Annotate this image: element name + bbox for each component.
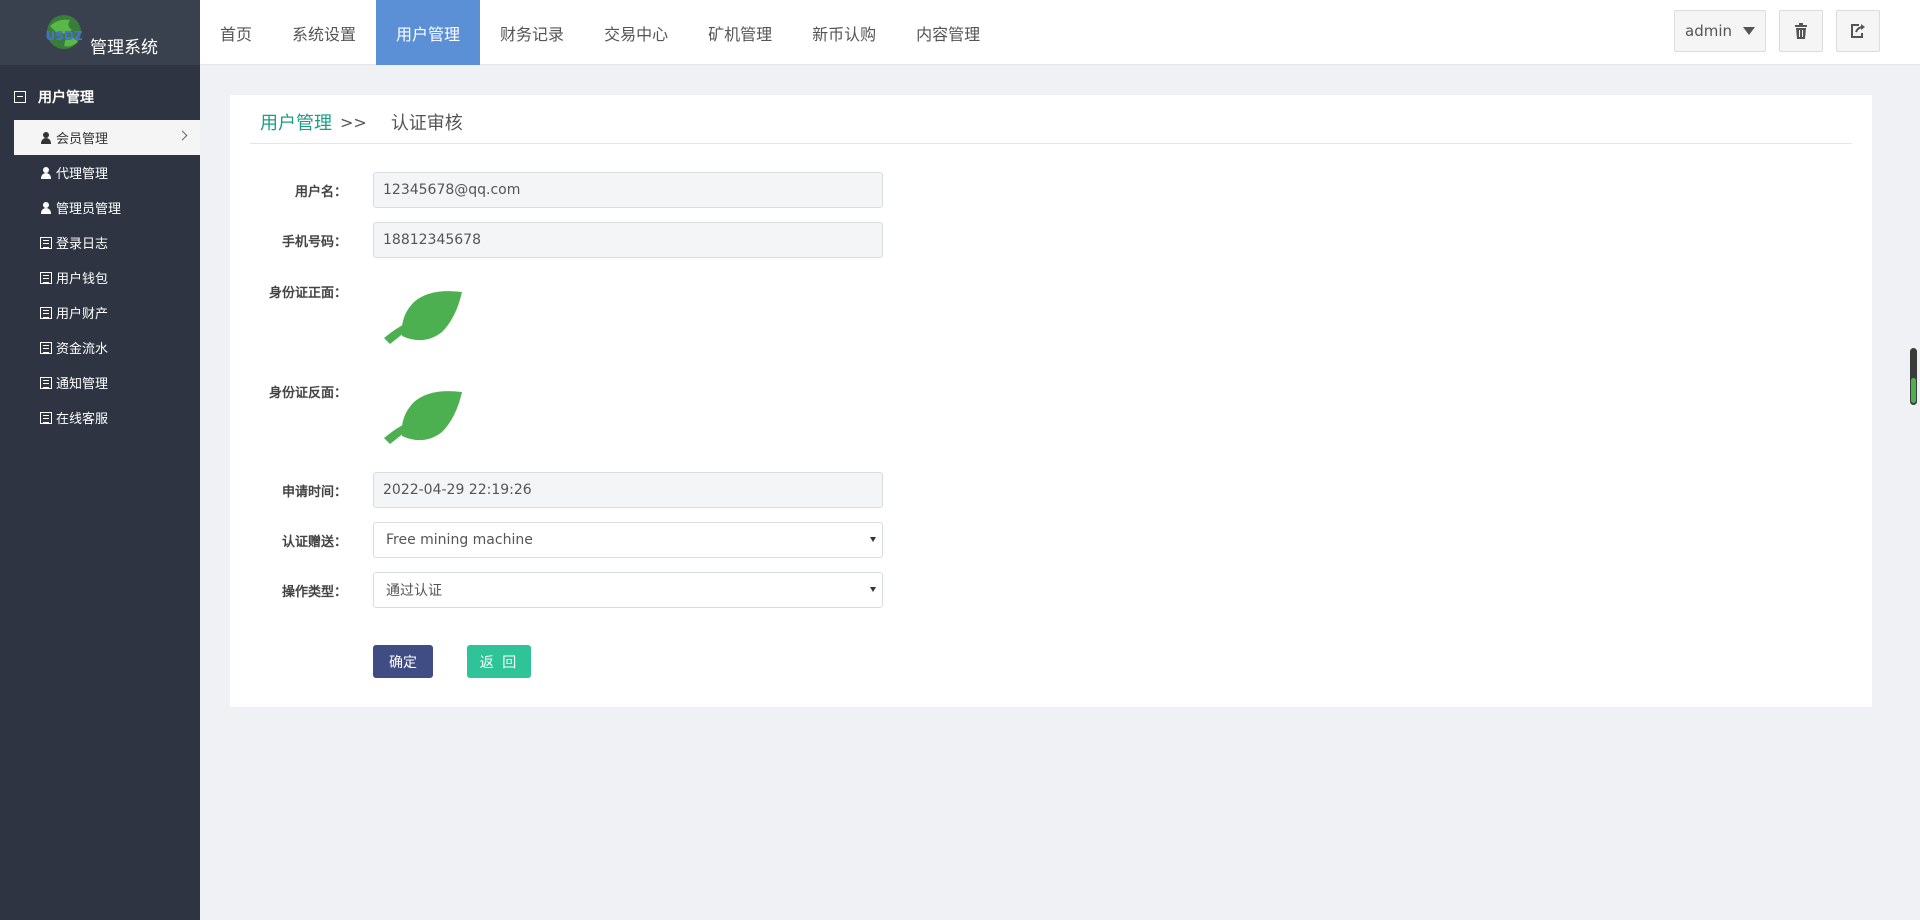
breadcrumb: 用户管理 >> 认证审核 — [260, 109, 463, 135]
svg-text:USDZ: USDZ — [45, 29, 82, 43]
sidebar-item-assets[interactable]: 用户财产 — [14, 295, 200, 330]
id-front-image[interactable] — [380, 288, 462, 348]
sidebar-item-label: 用户钱包 — [56, 272, 109, 287]
operation-label: 操作类型： — [281, 584, 347, 600]
apply-time-label: 申请时间： — [281, 484, 347, 500]
sidebar-item-label: 在线客服 — [56, 412, 109, 427]
top-actions: admin — [1674, 10, 1880, 52]
sidebar-item-label: 用户财产 — [56, 307, 109, 322]
app-title: 管理系统 — [90, 38, 158, 58]
collapse-icon[interactable] — [14, 91, 26, 103]
sidebar-section-user-management[interactable]: 用户管理 — [0, 82, 200, 112]
sidebar-item-members[interactable]: 会员管理 — [14, 120, 200, 155]
main-nav: 首页 系统设置 用户管理 财务记录 交易中心 矿机管理 新币认购 内容管理 — [200, 0, 1920, 65]
breadcrumb-parent-link[interactable]: 用户管理 — [260, 109, 332, 135]
sidebar-item-wallet[interactable]: 用户钱包 — [14, 260, 200, 295]
logout-button[interactable] — [1836, 10, 1880, 52]
gift-select[interactable]: Free mining machine — [373, 522, 883, 558]
sidebar-item-label: 登录日志 — [56, 237, 109, 252]
nav-system-settings[interactable]: 系统设置 — [272, 0, 376, 65]
sidebar-item-label: 会员管理 — [56, 132, 109, 147]
gift-selected-value: Free mining machine — [386, 532, 533, 548]
person-icon — [40, 131, 52, 144]
username-label: admin — [1685, 22, 1732, 40]
id-front-label: 身份证正面： — [268, 286, 347, 301]
globe-logo-icon: USDZ — [45, 15, 83, 49]
sidebar-item-support[interactable]: 在线客服 — [14, 400, 200, 435]
nav-home[interactable]: 首页 — [200, 0, 272, 65]
list-icon — [40, 411, 52, 424]
clear-cache-button[interactable] — [1779, 10, 1823, 52]
sidebar-item-label: 资金流水 — [56, 342, 109, 357]
sidebar-section-label: 用户管理 — [38, 90, 94, 106]
gift-row: 认证赠送： Free mining machine — [230, 522, 883, 558]
phone-label: 手机号码： — [281, 234, 347, 250]
apply-time-row: 申请时间： 2022-04-29 22:19:26 — [230, 472, 883, 508]
logout-icon — [1851, 24, 1865, 38]
logo: USDZ 管理系统 — [0, 0, 200, 65]
operation-selected-value: 通过认证 — [386, 583, 442, 599]
list-icon — [40, 236, 52, 249]
confirm-button[interactable]: 确定 — [373, 645, 433, 678]
sidebar-item-label: 通知管理 — [56, 377, 109, 392]
verification-panel: 用户管理 >> 认证审核 用户名： 12345678@qq.com 手机号码： … — [230, 95, 1872, 707]
username-field[interactable]: 12345678@qq.com — [373, 172, 883, 208]
person-icon — [40, 201, 52, 214]
id-back-label: 身份证反面： — [268, 386, 347, 401]
sidebar-item-admins[interactable]: 管理员管理 — [14, 190, 200, 225]
list-icon — [40, 271, 52, 284]
list-icon — [40, 306, 52, 319]
sidebar-item-cashflow[interactable]: 资金流水 — [14, 330, 200, 365]
breadcrumb-separator: >> — [340, 112, 367, 132]
nav-miner-management[interactable]: 矿机管理 — [688, 0, 792, 65]
username-label: 用户名： — [294, 184, 347, 200]
top-navbar: 首页 系统设置 用户管理 财务记录 交易中心 矿机管理 新币认购 内容管理 ad… — [200, 0, 1920, 65]
sidebar-item-login-log[interactable]: 登录日志 — [14, 225, 200, 260]
select-arrow-icon — [870, 587, 876, 592]
sidebar-item-label: 代理管理 — [56, 167, 109, 182]
sidebar-item-notices[interactable]: 通知管理 — [14, 365, 200, 400]
operation-row: 操作类型： 通过认证 — [230, 572, 883, 608]
list-icon — [40, 376, 52, 389]
trash-icon — [1795, 23, 1807, 39]
chevron-right-icon — [177, 130, 188, 141]
nav-new-coin-subscription[interactable]: 新币认购 — [792, 0, 896, 65]
list-icon — [40, 341, 52, 354]
scrollbar-thumb[interactable] — [1910, 348, 1917, 405]
nav-trading-center[interactable]: 交易中心 — [584, 0, 688, 65]
nav-content-management[interactable]: 内容管理 — [896, 0, 1000, 65]
sidebar-menu: 会员管理 代理管理 管理员管理 登录日志 用户钱包 用户财产 资金流水 通知管理… — [14, 120, 200, 435]
nav-user-management[interactable]: 用户管理 — [376, 0, 481, 65]
sidebar-item-agents[interactable]: 代理管理 — [14, 155, 200, 190]
gift-label: 认证赠送： — [281, 534, 347, 550]
id-back-image[interactable] — [380, 388, 462, 448]
username-row: 用户名： 12345678@qq.com — [230, 172, 883, 208]
back-button[interactable]: 返 回 — [467, 645, 531, 678]
caret-down-icon — [1743, 27, 1755, 35]
divider — [250, 143, 1852, 144]
select-arrow-icon — [870, 537, 876, 542]
operation-select[interactable]: 通过认证 — [373, 572, 883, 608]
apply-time-field[interactable]: 2022-04-29 22:19:26 — [373, 472, 883, 508]
nav-finance-records[interactable]: 财务记录 — [480, 0, 584, 65]
phone-row: 手机号码： 18812345678 — [230, 222, 883, 258]
sidebar-item-label: 管理员管理 — [56, 202, 122, 217]
sidebar: USDZ 管理系统 用户管理 会员管理 代理管理 管理员管理 登录日志 用户钱包 — [0, 0, 200, 920]
user-menu-button[interactable]: admin — [1674, 10, 1766, 52]
person-icon — [40, 166, 52, 179]
phone-field[interactable]: 18812345678 — [373, 222, 883, 258]
breadcrumb-current: 认证审核 — [390, 113, 463, 134]
